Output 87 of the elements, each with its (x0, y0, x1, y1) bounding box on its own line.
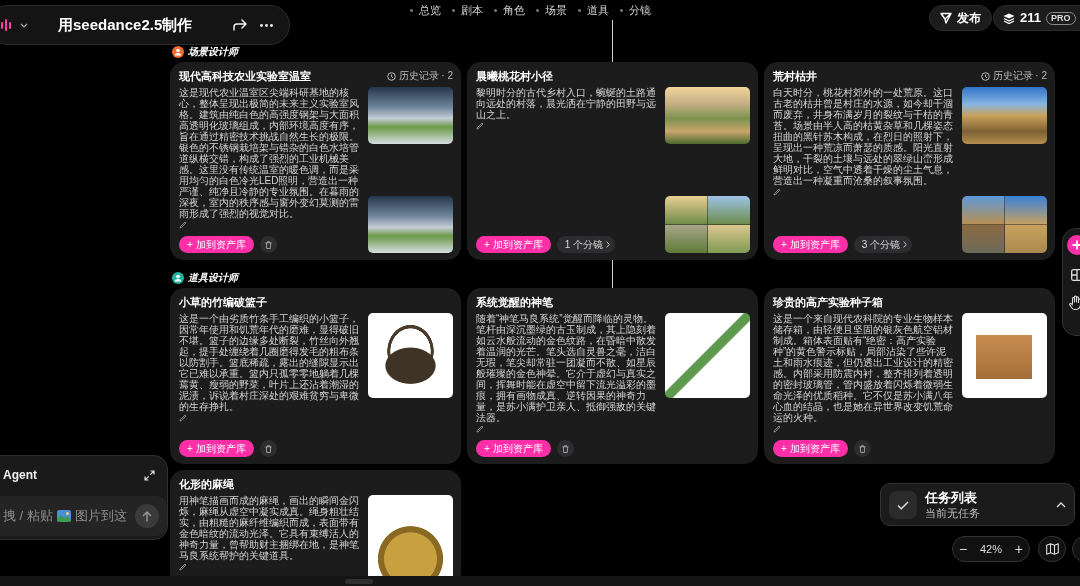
collapse-button[interactable] (1056, 501, 1066, 508)
edit-icon[interactable] (179, 563, 187, 571)
send-button[interactable] (135, 504, 159, 528)
expand-button[interactable] (144, 469, 155, 481)
edit-icon[interactable] (179, 414, 187, 422)
zoom-level: 42% (980, 541, 1002, 557)
section-label: 场景设计师 (188, 46, 238, 58)
expand-icon (144, 469, 155, 481)
agent-title: Agent (3, 467, 37, 484)
bullet-icon (452, 8, 455, 12)
card-title: 荒村枯井 (773, 69, 818, 83)
chevron-down-icon (20, 22, 28, 28)
nav-link[interactable]: 剧本 (452, 3, 483, 17)
trash-icon (264, 444, 272, 453)
edit-icon[interactable] (179, 221, 187, 229)
zoom-in-button[interactable]: + (1014, 542, 1023, 556)
chevron-up-icon (1056, 501, 1066, 508)
hand-icon (1069, 295, 1080, 310)
delete-button[interactable] (259, 236, 277, 253)
zoom-out-button[interactable]: − (959, 542, 968, 556)
card-title: 小草的竹编破篮子 (179, 295, 268, 309)
bullet-icon (410, 8, 413, 12)
logo-icon (1, 19, 11, 31)
card-description: 这是一个由劣质竹条手工编织的小篮子，因常年使用和饥荒年代的磨难，显得破旧不堪。篮子的边缘多处断裂，竹丝向外翘起，提手处缠绕着几圈磨得发毛的粗布条以防割手。篮底稀疏，露出的缝隙显示出它已难以承重。篮内只孤零零地躺着几棵蔫黄、瘦弱的野菜，叶片上还沾着潮湿的泥渍，诉说着村庄深处的艰难贫穷与卑微的生存挣扎。 (179, 313, 360, 412)
delete-button[interactable] (853, 440, 871, 457)
task-status: 当前无任务 (925, 505, 980, 520)
card-description: 这是现代农业温室区尖端科研基地的核心，整体呈现出极简的未来主义实验室风格。建筑由纯白色的高强度钢架与大面积高透明化玻璃组成，内部环境高度有序，旨在通过精密技术挑战自然生长的极限。银色的不锈钢栽培架与错杂的白色水培管道纵横交错，构成了强烈的工业机械美感。这里没有传统温室的暖色调，而是采用均匀的白色冷光LED照明，营造出一种严谨、纯净且冷静的专业氛围。在暮雨的深夜，室内的秩序感与窗外变幻莫测的雷雨形成了强烈的视觉对比。 (179, 87, 360, 219)
input-field[interactable]: 拽 / 粘贴 图片到这 (0, 496, 167, 536)
chevron-right-icon (902, 241, 907, 248)
image-icon (56, 510, 71, 522)
nav-link[interactable]: 分镜 (620, 3, 651, 17)
layout-button[interactable] (1071, 269, 1080, 281)
clock-icon (386, 71, 396, 81)
section-label: 道具设计师 (188, 272, 238, 284)
bullet-icon (578, 8, 581, 12)
history-button[interactable]: 历史记录 · 2 (386, 69, 453, 83)
project-menu-button[interactable] (0, 19, 30, 31)
edit-icon[interactable] (773, 425, 781, 433)
card-description: 这是一个来自现代农科院的专业生物样本储存箱，由轻便且坚固的银灰色航空铝材制成。箱体表面贴有“绝密：高产实验种”的黄色警示标贴，局部沾染了些许泥土和雨水痕迹，但仍透出工业设计的精密感。内部采用防震内衬，整齐排列着透明的密封玻璃管，管内盛放着闪烁着微弱生命光泽的优质稻种。它不仅是苏小满八年心血的结晶，也是她在异世界改变饥荒命运的火种。 (773, 313, 954, 423)
card-description: 随着“神笔马良系统”觉醒而降临的灵物。笔杆由深沉墨绿的古玉制成，其上隐刻着如云水般流动的金色纹路，在昏暗中散发着温润的光芒。笔头选自灵兽之毫，洁白无瑕，笔尖却常驻一团凝而不散、如星辰般璀璨的金色神晕。它介于虚幻与真实之间，挥舞时能在虚空中留下流光溢彩的墨痕，拥有画物成真、逆转因果的神奇力量，是苏小满护卫亲人、抵御强敌的关键法器。 (476, 313, 657, 423)
connector-line (612, 20, 613, 62)
trash-icon (264, 240, 272, 249)
card-description: 黎明时分的古代乡村入口，蜿蜒的土路通向远处的村落，晨光洒在宁静的田野与远山之上。 (476, 87, 657, 120)
bullet-icon (620, 8, 623, 12)
delete-button[interactable] (259, 440, 277, 457)
nav-link[interactable]: 角色 (494, 3, 525, 17)
bullet-icon (536, 8, 539, 12)
history-button[interactable]: 历史记录 · 2 (980, 69, 1047, 83)
credits-button[interactable]: 211 PRO (993, 5, 1080, 31)
share-button[interactable] (233, 19, 247, 31)
edit-icon[interactable] (773, 188, 781, 196)
more-button[interactable] (260, 23, 273, 27)
card-description: 白天时分，桃花村郊外的一处荒原。这口古老的枯井曾是村庄的水源，如今却干涸而废弃，井身布满岁月的裂纹与干枯的青苔。场景由半人高的枯黄杂草和几棵姿态扭曲的黑针苏木构成，在烈日的照射下，呈现出一种荒凉而萧瑟的质感。阳光直射大地，干裂的土壤与远处的翠绿山峦形成鲜明对比，空气中透着干燥的尘土气息，营造出一种凝重而沧桑的叙事氛围。 (773, 87, 954, 186)
card-title: 现代高科技农业实验室温室 (179, 69, 312, 83)
arrow-up-icon (142, 510, 152, 522)
scroll-thumb[interactable] (345, 579, 373, 584)
connector-line (612, 260, 613, 288)
chevron-right-icon (605, 241, 610, 248)
card-title: 晨曦桃花村小径 (476, 69, 554, 83)
delete-button[interactable] (556, 440, 574, 457)
card-title: 系统觉醒的神笔 (476, 295, 554, 309)
clock-icon (980, 71, 990, 81)
more-icon (260, 23, 273, 27)
pan-button[interactable] (1069, 295, 1080, 310)
edit-icon[interactable] (476, 122, 484, 130)
nav-link[interactable]: 总览 (410, 3, 441, 17)
bullet-icon (494, 8, 497, 12)
trash-icon (858, 444, 866, 453)
send-icon (940, 12, 952, 24)
shots-button[interactable]: 3 个分镜 (853, 236, 912, 253)
edit-icon[interactable] (476, 425, 484, 433)
share-icon (233, 19, 247, 31)
card-title: 珍贵的高产实验种子箱 (773, 295, 884, 309)
check-icon (889, 490, 917, 519)
trash-icon (561, 444, 569, 453)
layers-icon (1003, 12, 1015, 24)
publish-button[interactable]: 发布 (929, 5, 992, 31)
shots-button[interactable]: 1 个分镜 (556, 236, 615, 253)
layout-icon (1071, 269, 1080, 281)
nav-link[interactable]: 场景 (536, 3, 567, 17)
card-title: 化形的麻绳 (179, 477, 235, 491)
map-icon (1045, 543, 1059, 555)
task-list-title: 任务列表 (925, 489, 978, 506)
nav-link[interactable]: 道具 (578, 3, 609, 17)
project-title: 用seedance2.5制作 (58, 14, 193, 35)
card-description: 用神笔描画而成的麻绳，画出的瞬间金闪烁，麻绳从虚空中凝实成真。绳身粗壮结实，由粗糙的麻纤维编织而成，表面带有金色暗纹的流动光泽。它具有束缚活人的神奇力量，曾帮助财主捆绑在地，是神笔马良系统帮护的关键道具。 (179, 495, 360, 561)
map-button[interactable] (1038, 536, 1066, 562)
